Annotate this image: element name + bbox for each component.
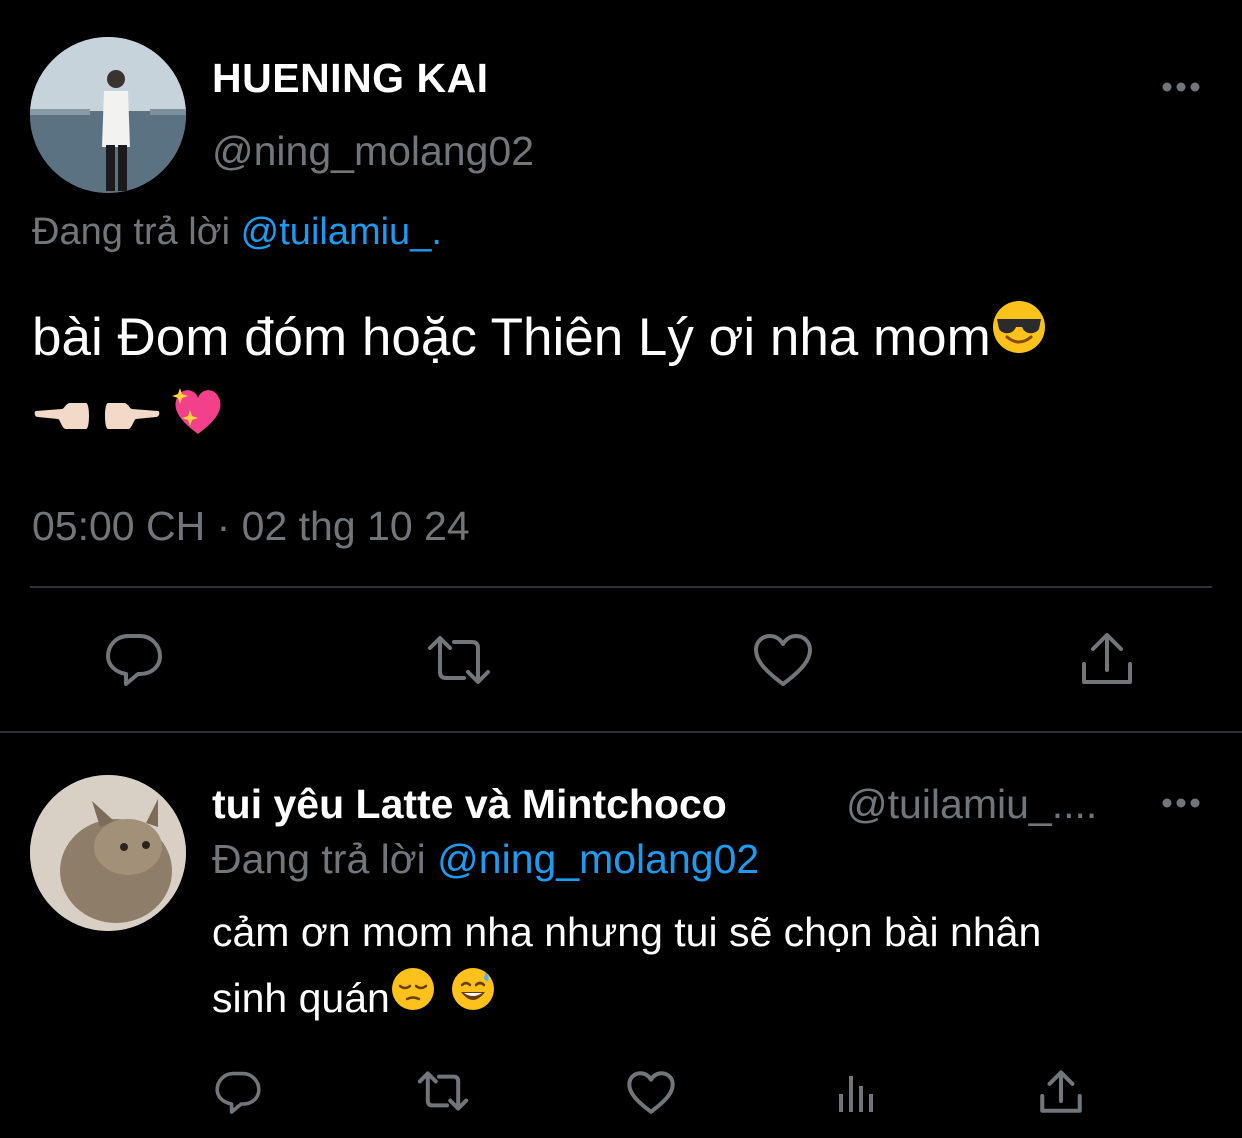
grinning-face-with-sweat-icon xyxy=(450,965,496,1031)
like-icon[interactable] xyxy=(752,632,814,693)
views-icon[interactable] xyxy=(836,1072,878,1119)
divider xyxy=(30,586,1212,588)
replying-prefix: Đang trả lời xyxy=(212,836,426,882)
tweet-text: bài Đom đóm hoặc Thiên Lý ơi nha mom xyxy=(32,296,1222,464)
avatar[interactable] xyxy=(30,775,186,931)
tweet-text-line: sinh quán xyxy=(212,965,1212,1031)
reply-icon[interactable] xyxy=(214,1068,262,1121)
tweet-text-line: bài Đom đóm hoặc Thiên Lý ơi nha mom xyxy=(32,308,991,367)
more-options-icon[interactable] xyxy=(1158,72,1204,102)
tweet-actions xyxy=(0,630,1242,690)
avatar[interactable] xyxy=(30,37,186,193)
replying-to: Đang trả lời @tuilamiu_. xyxy=(32,211,442,254)
replying-prefix: Đang trả lời xyxy=(32,211,231,253)
pensive-face-icon xyxy=(390,965,436,1031)
tweet-text: cảm ơn mom nha nhưng tui sẽ chọn bài nhâ… xyxy=(212,899,1212,1031)
smiling-face-with-sunglasses-icon xyxy=(991,296,1047,380)
tweet-actions xyxy=(0,1064,1242,1124)
more-options-icon[interactable] xyxy=(1158,788,1204,818)
backhand-index-pointing-left-icon xyxy=(32,380,94,464)
mention-link[interactable]: @ning_molang02 xyxy=(437,836,759,882)
tweet-emoji-line xyxy=(32,380,1222,464)
tweet-timestamp[interactable]: 05:00 CH · 02 thg 10 24 xyxy=(32,503,470,550)
tweet-text-line: cảm ơn mom nha nhưng tui sẽ chọn bài nhâ… xyxy=(212,909,1042,955)
share-icon[interactable] xyxy=(1080,630,1134,693)
retweet-icon[interactable] xyxy=(424,634,494,691)
backhand-index-pointing-right-icon xyxy=(100,380,162,464)
display-name[interactable]: tui yêu Latte và Mintchoco xyxy=(212,781,727,828)
user-handle[interactable]: @ning_molang02 xyxy=(212,128,534,175)
share-icon[interactable] xyxy=(1039,1068,1083,1121)
replying-to: Đang trả lời @ning_molang02 xyxy=(212,836,759,883)
display-name[interactable]: HUENING KAI xyxy=(212,55,489,102)
tweet-text-line-2: sinh quán xyxy=(212,975,390,1021)
retweet-icon[interactable] xyxy=(415,1070,471,1117)
sparkling-heart-icon xyxy=(168,380,228,465)
tweet-thread: HUENING KAI @ning_molang02 Đang trả lời … xyxy=(0,0,1242,1138)
reply-icon[interactable] xyxy=(104,630,164,693)
like-icon[interactable] xyxy=(626,1070,676,1120)
mention-link[interactable]: @tuilamiu_. xyxy=(241,211,442,253)
divider xyxy=(0,731,1242,733)
user-handle[interactable]: @tuilamiu_.... xyxy=(846,781,1097,828)
